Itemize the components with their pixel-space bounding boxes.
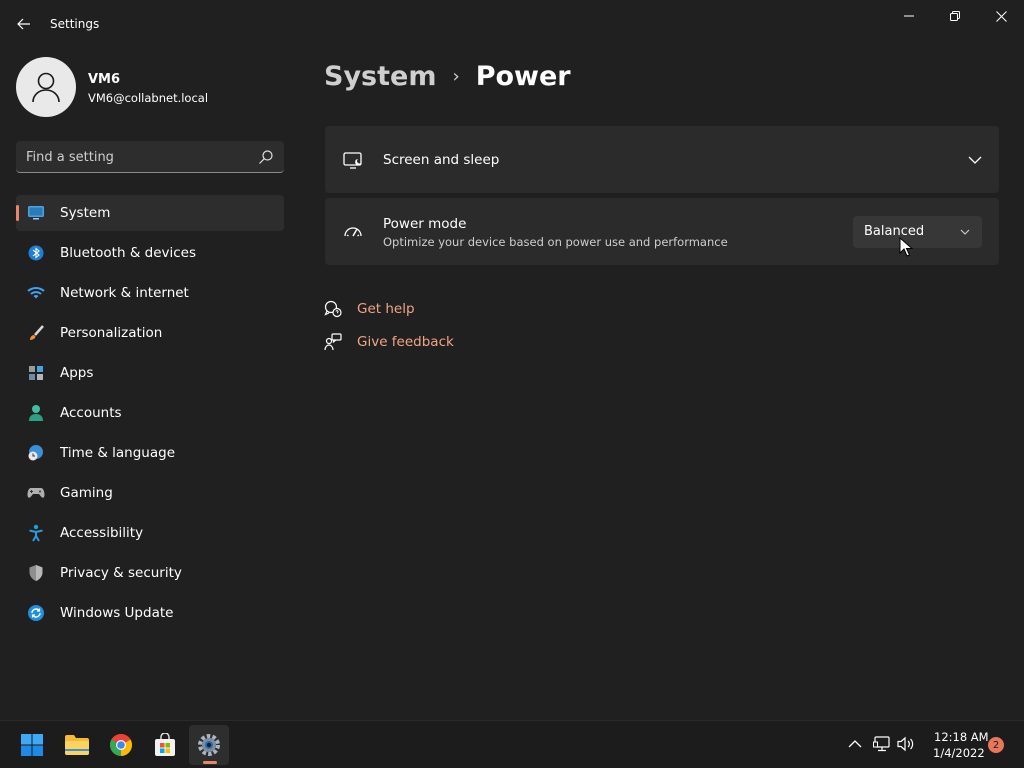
taskbar-settings[interactable] xyxy=(189,725,229,765)
get-help-label: Get help xyxy=(357,301,415,317)
apps-icon xyxy=(27,364,45,382)
chrome-icon xyxy=(110,734,132,756)
minimize-icon xyxy=(904,15,914,17)
breadcrumb-parent[interactable]: System xyxy=(324,61,436,92)
mouse-cursor-icon xyxy=(899,237,913,257)
breadcrumb-separator: › xyxy=(452,65,460,87)
chevron-down-icon[interactable] xyxy=(967,152,983,168)
back-arrow-icon xyxy=(17,18,30,30)
avatar[interactable] xyxy=(16,57,76,117)
sidebar-item-apps[interactable]: Apps xyxy=(16,355,284,391)
gamepad-icon xyxy=(27,484,45,502)
sidebar-item-accessibility[interactable]: Accessibility xyxy=(16,515,284,551)
sidebar-item-windows-update[interactable]: Windows Update xyxy=(16,595,284,631)
clock-date[interactable]: 1/4/2022 xyxy=(933,746,985,760)
tray-volume-button[interactable] xyxy=(897,735,915,753)
dropdown-selected-value: Balanced xyxy=(864,224,925,239)
shield-icon xyxy=(27,564,45,582)
tray-overflow-button[interactable] xyxy=(846,735,864,753)
chevron-down-icon xyxy=(960,229,970,235)
sidebar-nav: System Bluetooth & devices Network & int… xyxy=(16,195,284,635)
sidebar-item-label: Accounts xyxy=(60,405,122,421)
sidebar-item-time-language[interactable]: Time & language xyxy=(16,435,284,471)
sidebar-item-label: Personalization xyxy=(60,325,163,341)
sidebar-item-label: Privacy & security xyxy=(60,565,182,581)
title-bar: Settings xyxy=(0,0,1024,48)
gauge-icon xyxy=(344,227,362,237)
give-feedback-link[interactable]: Give feedback xyxy=(324,332,454,352)
network-icon xyxy=(873,736,890,752)
taskbar-store[interactable] xyxy=(145,725,185,765)
sidebar-item-label: Time & language xyxy=(60,445,176,461)
sidebar-item-label: Apps xyxy=(60,365,94,381)
sidebar-item-label: System xyxy=(60,205,111,221)
chevron-up-icon xyxy=(848,740,862,748)
give-feedback-label: Give feedback xyxy=(357,334,454,350)
file-explorer-icon xyxy=(65,735,89,755)
sidebar-item-label: Windows Update xyxy=(60,605,174,621)
globe-clock-icon xyxy=(27,444,45,462)
taskbar-file-explorer[interactable] xyxy=(57,725,97,765)
sidebar-item-label: Bluetooth & devices xyxy=(60,245,197,261)
feedback-icon xyxy=(324,333,342,351)
person-icon xyxy=(27,404,45,422)
sidebar-item-gaming[interactable]: Gaming xyxy=(16,475,284,511)
sidebar-item-system[interactable]: System xyxy=(16,195,284,231)
user-name: VM6 xyxy=(88,72,121,87)
maximize-button[interactable] xyxy=(932,0,978,32)
screen-sleep-icon xyxy=(343,152,362,169)
clock-time[interactable]: 12:18 AM xyxy=(934,730,989,744)
taskbar: 12:18 AM 1/4/2022 2 xyxy=(0,720,1024,768)
user-email: VM6@collabnet.local xyxy=(88,91,209,105)
search-icon[interactable] xyxy=(258,149,274,165)
power-mode-dropdown[interactable]: Balanced xyxy=(853,216,982,248)
breadcrumb: System › Power xyxy=(324,58,571,94)
card-title: Screen and sleep xyxy=(383,152,500,168)
card-title: Power mode xyxy=(383,216,467,232)
notification-badge[interactable]: 2 xyxy=(988,737,1004,753)
power-mode-card: Power mode Optimize your device based on… xyxy=(325,198,999,265)
taskbar-chrome[interactable] xyxy=(101,725,141,765)
get-help-link[interactable]: Get help xyxy=(324,299,415,319)
update-icon xyxy=(27,604,45,622)
bluetooth-icon xyxy=(27,244,45,262)
page-title: Power xyxy=(475,60,571,92)
app-title: Settings xyxy=(50,17,100,31)
minimize-button[interactable] xyxy=(886,0,932,32)
monitor-icon xyxy=(27,204,45,222)
brush-icon xyxy=(27,324,45,342)
start-button[interactable] xyxy=(12,725,52,765)
sidebar-item-bluetooth[interactable]: Bluetooth & devices xyxy=(16,235,284,271)
store-icon xyxy=(155,733,175,756)
settings-icon xyxy=(198,734,220,756)
sidebar-item-label: Network & internet xyxy=(60,285,189,301)
search-input[interactable] xyxy=(26,147,251,167)
back-button[interactable] xyxy=(12,12,36,36)
card-description: Optimize your device based on power use … xyxy=(383,235,728,249)
restore-icon xyxy=(950,11,960,21)
volume-icon xyxy=(897,736,914,752)
sidebar-item-network[interactable]: Network & internet xyxy=(16,275,284,311)
search-box[interactable] xyxy=(16,141,284,173)
sidebar-item-label: Accessibility xyxy=(60,525,144,541)
close-icon xyxy=(995,10,1007,22)
tray-network-button[interactable] xyxy=(873,735,891,753)
screen-and-sleep-card[interactable]: Screen and sleep xyxy=(325,126,999,193)
sidebar-item-privacy[interactable]: Privacy & security xyxy=(16,555,284,591)
wifi-icon xyxy=(27,284,45,302)
sidebar-item-accounts[interactable]: Accounts xyxy=(16,395,284,431)
accessibility-icon xyxy=(27,524,45,542)
sidebar-item-label: Gaming xyxy=(60,485,113,501)
person-icon xyxy=(32,72,60,103)
start-icon xyxy=(21,734,43,756)
sidebar-item-personalization[interactable]: Personalization xyxy=(16,315,284,351)
help-chat-icon xyxy=(324,300,342,318)
close-button[interactable] xyxy=(978,0,1024,32)
